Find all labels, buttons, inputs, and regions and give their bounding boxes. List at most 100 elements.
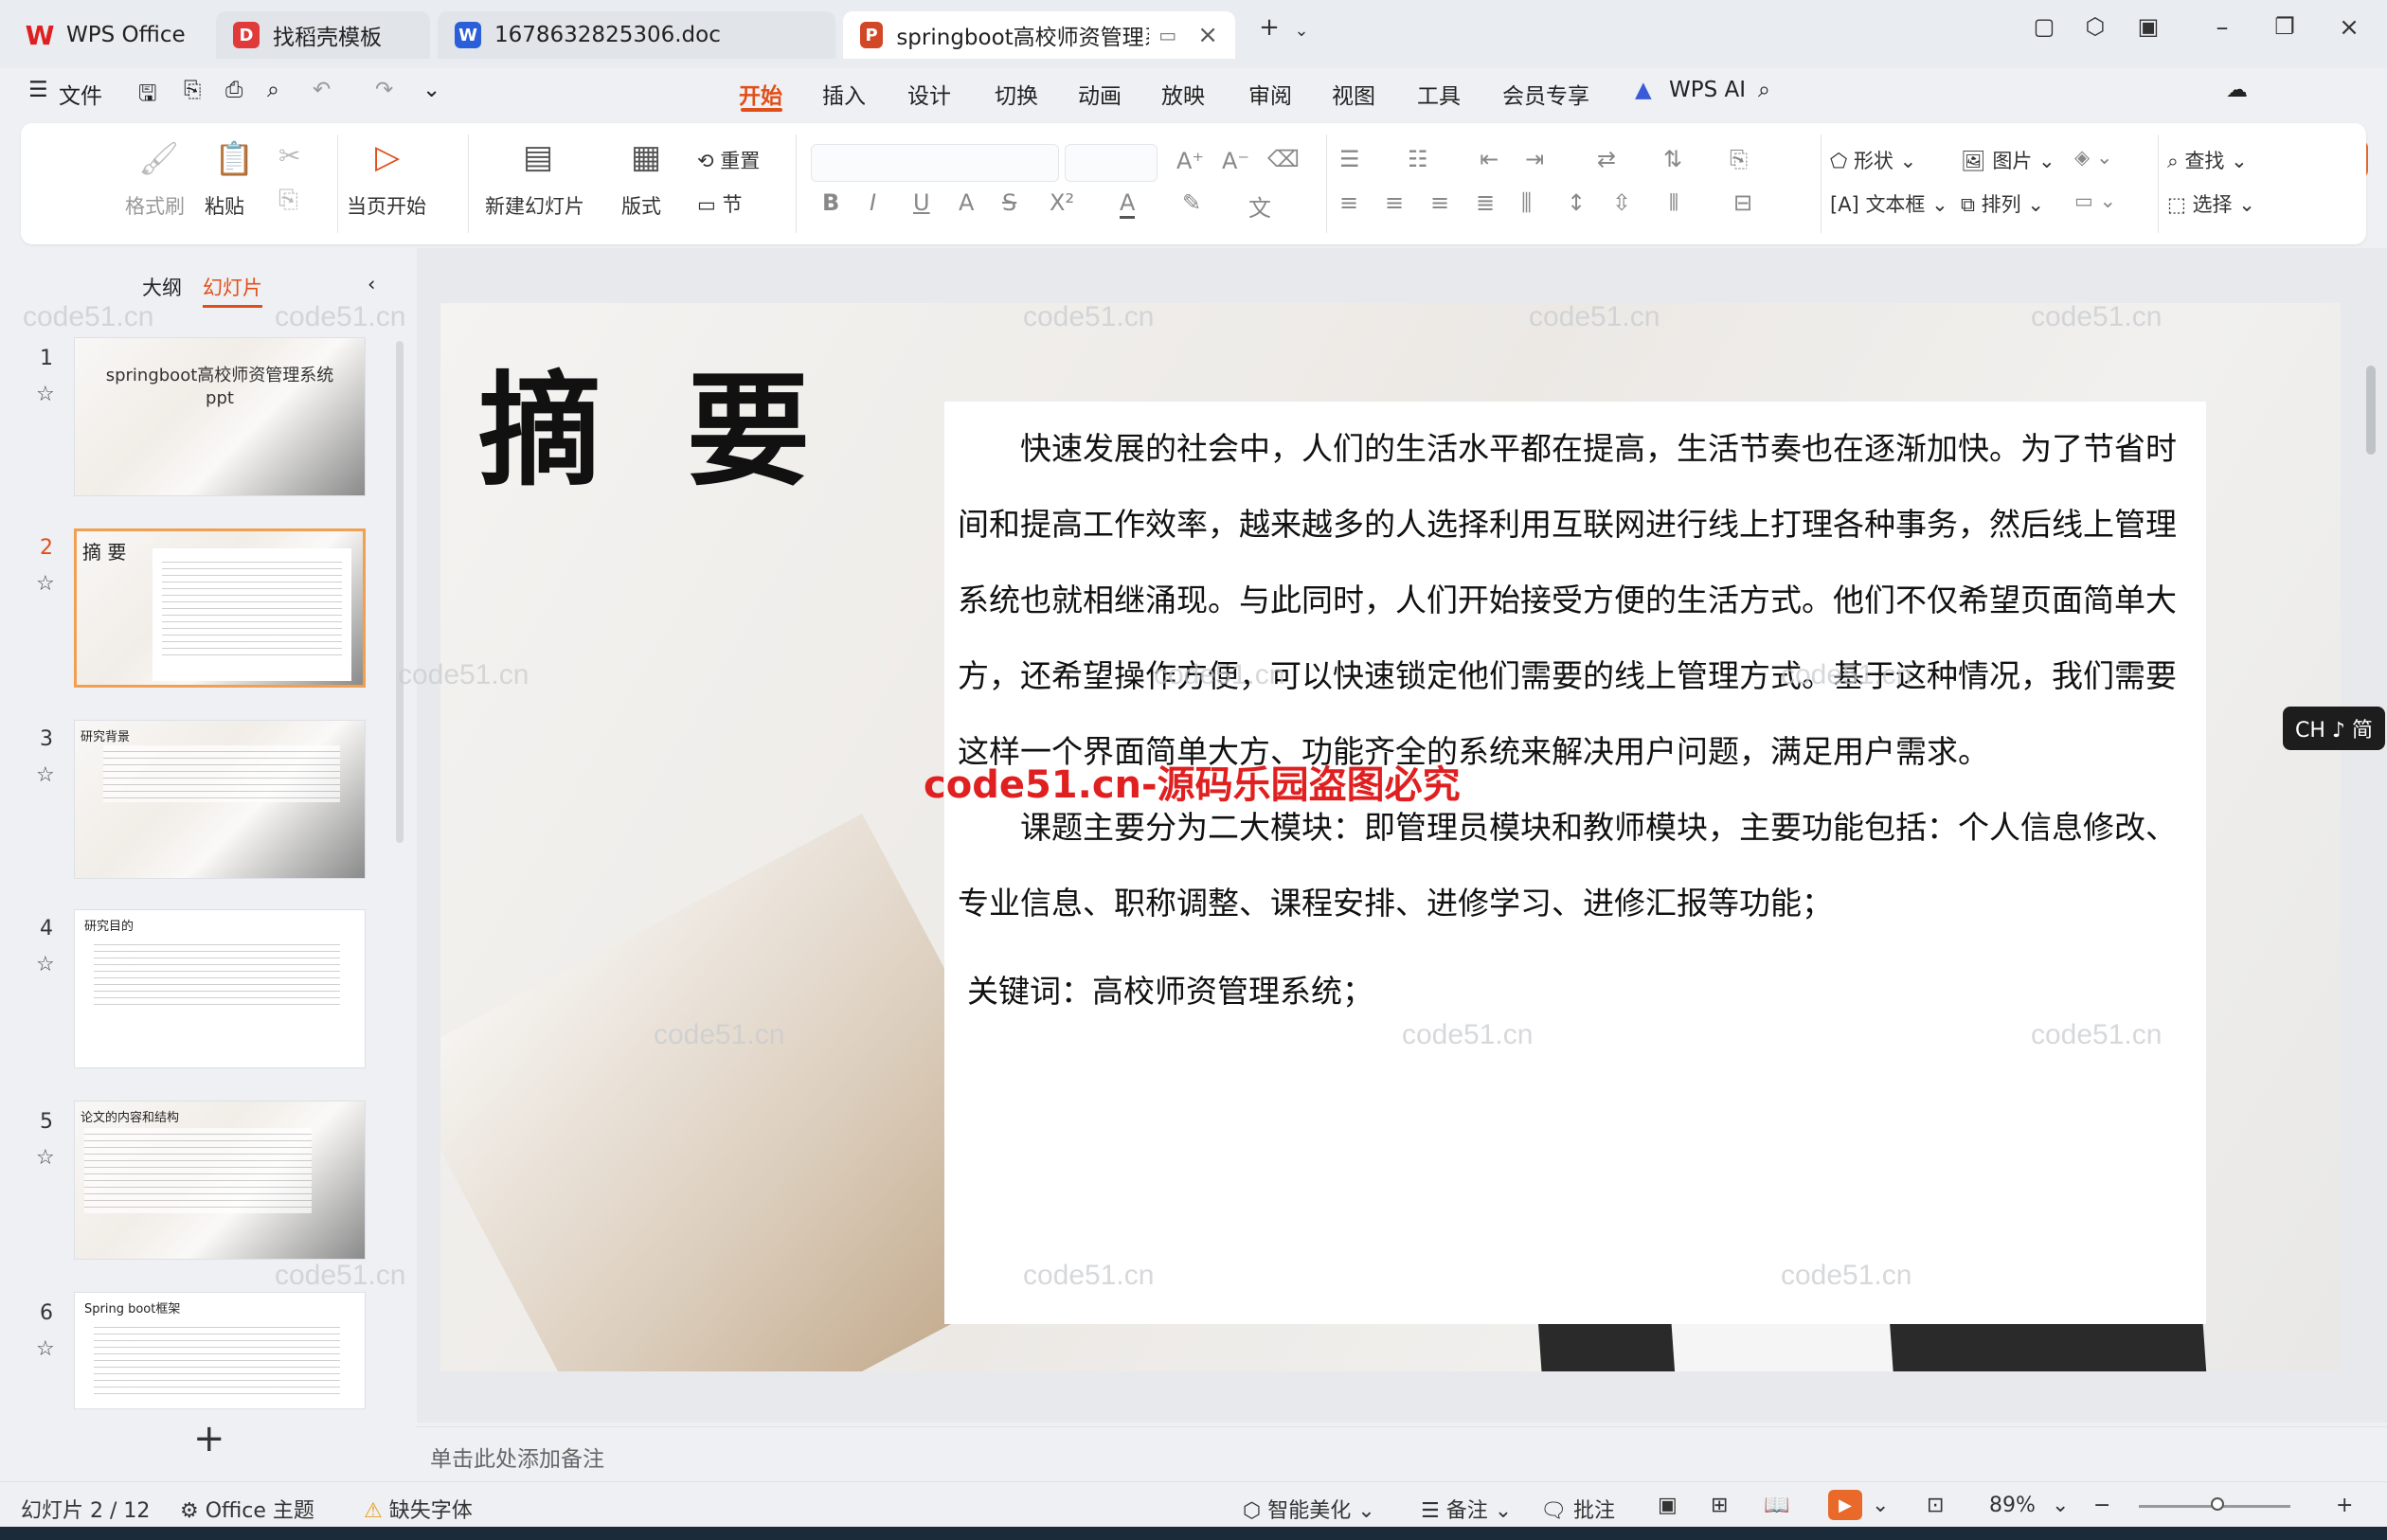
find-button[interactable]: ⌕ 查找 ⌄ xyxy=(2167,146,2248,174)
fit-window-icon[interactable]: ⊡ xyxy=(1927,1494,1944,1517)
arrange-button[interactable]: ⧉ 排列 ⌄ xyxy=(1961,189,2044,218)
save-icon[interactable]: 🖫 xyxy=(138,78,157,115)
tab-member[interactable]: 会员专享 xyxy=(1502,78,1589,110)
increase-indent-icon[interactable]: ⇥ xyxy=(1525,146,1544,172)
tab-presentation[interactable]: P springboot高校师资管理系统 ▭ × xyxy=(843,11,1235,59)
screen-icon[interactable]: ▭ xyxy=(1158,24,1176,46)
print-icon[interactable]: ⎙ xyxy=(225,78,242,102)
font-color-icon[interactable]: A xyxy=(1120,189,1136,219)
zoom-level[interactable]: 89% xyxy=(1989,1494,2036,1517)
add-slide-button[interactable]: + xyxy=(193,1417,225,1460)
slide-title[interactable]: 摘要 xyxy=(478,331,895,510)
tab-doc[interactable]: W 1678632825306.doc xyxy=(438,11,835,59)
slide-thumbnail-6[interactable]: Spring boot框架 xyxy=(74,1292,366,1409)
quick-access-dropdown-icon[interactable]: ⌄ xyxy=(422,78,440,102)
align-center-icon[interactable]: ≡ xyxy=(1385,189,1404,216)
tab-animation[interactable]: 动画 xyxy=(1078,78,1122,110)
tab-wps-office[interactable]: W WPS Office xyxy=(9,11,205,59)
wps-ai-button[interactable]: WPS AI xyxy=(1669,78,1746,102)
underline-icon[interactable]: U xyxy=(913,189,930,216)
text-fit-icon[interactable]: ⊟ xyxy=(1733,189,1752,216)
zoom-in-icon[interactable]: + xyxy=(2336,1494,2353,1517)
picture-button[interactable]: 🖼 图片 ⌄ xyxy=(1961,146,2055,174)
close-tab-icon[interactable]: × xyxy=(1197,21,1218,49)
new-slide-button[interactable]: 新建幻灯片 xyxy=(485,191,584,220)
minimize-icon[interactable]: – xyxy=(2201,13,2243,42)
comments-button[interactable]: 🗨 批注 xyxy=(1540,1494,1615,1524)
slide-thumbnail-2[interactable]: 摘 要 xyxy=(74,528,366,688)
collapse-panel-icon[interactable]: ‹ xyxy=(368,273,375,295)
bullets-icon[interactable]: ☰ xyxy=(1339,146,1360,172)
align-left-icon[interactable]: ≡ xyxy=(1339,189,1358,216)
sort-icon[interactable]: ⇅ xyxy=(1663,146,1682,172)
notes-pane[interactable]: 单击此处添加备注 xyxy=(417,1426,2387,1477)
window-layout-icon[interactable]: ▢ xyxy=(2023,13,2065,40)
print-preview-icon[interactable]: ⌕ xyxy=(267,78,279,102)
canvas-scrollbar[interactable] xyxy=(2366,366,2376,455)
bold-icon[interactable]: B xyxy=(822,189,839,216)
tab-review[interactable]: 审阅 xyxy=(1248,78,1292,110)
strikethrough-icon[interactable]: S xyxy=(1002,189,1016,216)
reset-button[interactable]: ⟲ 重置 xyxy=(697,146,760,174)
tab-view[interactable]: 视图 xyxy=(1332,78,1375,110)
decrease-font-icon[interactable]: A⁻ xyxy=(1222,148,1249,174)
thumbnail-scrollbar[interactable] xyxy=(396,341,404,843)
normal-view-icon[interactable]: ▣ xyxy=(1658,1494,1678,1517)
missing-font-button[interactable]: ⚠ 缺失字体 xyxy=(364,1494,473,1524)
tab-home[interactable]: 开始 xyxy=(739,78,782,110)
font-size-select[interactable] xyxy=(1065,144,1158,182)
abstract-textbox[interactable]: 快速发展的社会中，人们的生活水平都在提高，生活节奏也在逐渐加快。为了节省时间和提… xyxy=(944,402,2206,1324)
copy-icon[interactable]: ⎘ xyxy=(278,186,298,215)
redo-icon[interactable]: ↷ xyxy=(375,78,393,102)
reading-view-icon[interactable]: 📖 xyxy=(1764,1494,1789,1517)
textbox-button[interactable]: [A] 文本框 ⌄ xyxy=(1830,189,1948,218)
star-icon[interactable]: ☆ xyxy=(36,953,55,976)
select-button[interactable]: ⬚ 选择 ⌄ xyxy=(2167,189,2255,218)
slide-sorter-icon[interactable]: ⊞ xyxy=(1711,1494,1728,1517)
shape-button[interactable]: ⬠ 形状 ⌄ xyxy=(1830,146,1916,174)
justify-icon[interactable]: ≣ xyxy=(1476,189,1495,216)
slideshow-dropdown-icon[interactable]: ⌄ xyxy=(1872,1494,1889,1517)
star-icon[interactable]: ☆ xyxy=(36,572,55,596)
from-current-button[interactable]: 当页开始 xyxy=(347,191,426,220)
slide[interactable]: 摘要 快速发展的社会中，人们的生活水平都在提高，生活节奏也在逐渐加快。为了节省时… xyxy=(440,303,2341,1371)
cube-icon[interactable]: ⬡ xyxy=(2074,13,2116,40)
line-spacing-icon[interactable]: ↕ xyxy=(1567,189,1586,216)
convert-icon[interactable]: ⎘ xyxy=(1730,146,1748,172)
export-icon[interactable]: ⎘ xyxy=(184,78,201,102)
clear-format-icon[interactable]: ⌫ xyxy=(1267,146,1300,172)
cut-icon[interactable]: ✂ xyxy=(278,140,300,171)
increase-font-icon[interactable]: A⁺ xyxy=(1176,148,1204,174)
zoom-slider-handle[interactable] xyxy=(2211,1497,2224,1511)
star-icon[interactable]: ☆ xyxy=(36,1337,55,1361)
numbering-icon[interactable]: ☷ xyxy=(1408,146,1428,172)
beautify-button[interactable]: ⬡ 智能美化 ⌄ xyxy=(1243,1494,1375,1524)
format-painter-button[interactable]: 格式刷 xyxy=(125,191,185,220)
hamburger-icon[interactable]: ☰ xyxy=(28,78,48,102)
outline-icon[interactable]: ▭ ⌄ xyxy=(2074,189,2116,212)
close-window-icon[interactable]: × xyxy=(2328,13,2370,42)
star-icon[interactable]: ☆ xyxy=(36,383,55,406)
superscript-icon[interactable]: X² xyxy=(1050,189,1074,216)
cloud-upload-icon[interactable]: ☁ xyxy=(2226,78,2248,102)
section-button[interactable]: ▭ 节 xyxy=(697,189,743,218)
layout-button[interactable]: 版式 xyxy=(621,191,661,220)
star-icon[interactable]: ☆ xyxy=(36,1146,55,1170)
tab-slides[interactable]: 幻灯片 xyxy=(203,273,262,308)
highlight-icon[interactable]: ✎ xyxy=(1182,189,1201,216)
tab-insert[interactable]: 插入 xyxy=(822,78,866,110)
zoom-out-icon[interactable]: − xyxy=(2093,1494,2110,1517)
star-icon[interactable]: ☆ xyxy=(36,763,55,787)
avatar[interactable]: ▣ xyxy=(2127,13,2169,40)
zoom-dropdown-icon[interactable]: ⌄ xyxy=(2052,1494,2069,1517)
phonetic-icon[interactable]: 文 xyxy=(1248,189,1271,223)
fill-icon[interactable]: ◈ ⌄ xyxy=(2074,146,2112,169)
slide-thumbnail-5[interactable]: 论文的内容和结构 xyxy=(74,1101,366,1260)
notes-toggle-button[interactable]: ☰ 备注 ⌄ xyxy=(1421,1494,1512,1524)
slide-thumbnail-4[interactable]: 研究目的 xyxy=(74,909,366,1068)
tab-tools[interactable]: 工具 xyxy=(1417,78,1461,110)
paste-button[interactable]: 粘贴 xyxy=(205,191,244,220)
align-right-icon[interactable]: ≡ xyxy=(1430,189,1449,216)
distribute-icon[interactable]: ⫼ xyxy=(1521,189,1532,216)
para-spacing-icon[interactable]: ⇳ xyxy=(1612,189,1631,216)
